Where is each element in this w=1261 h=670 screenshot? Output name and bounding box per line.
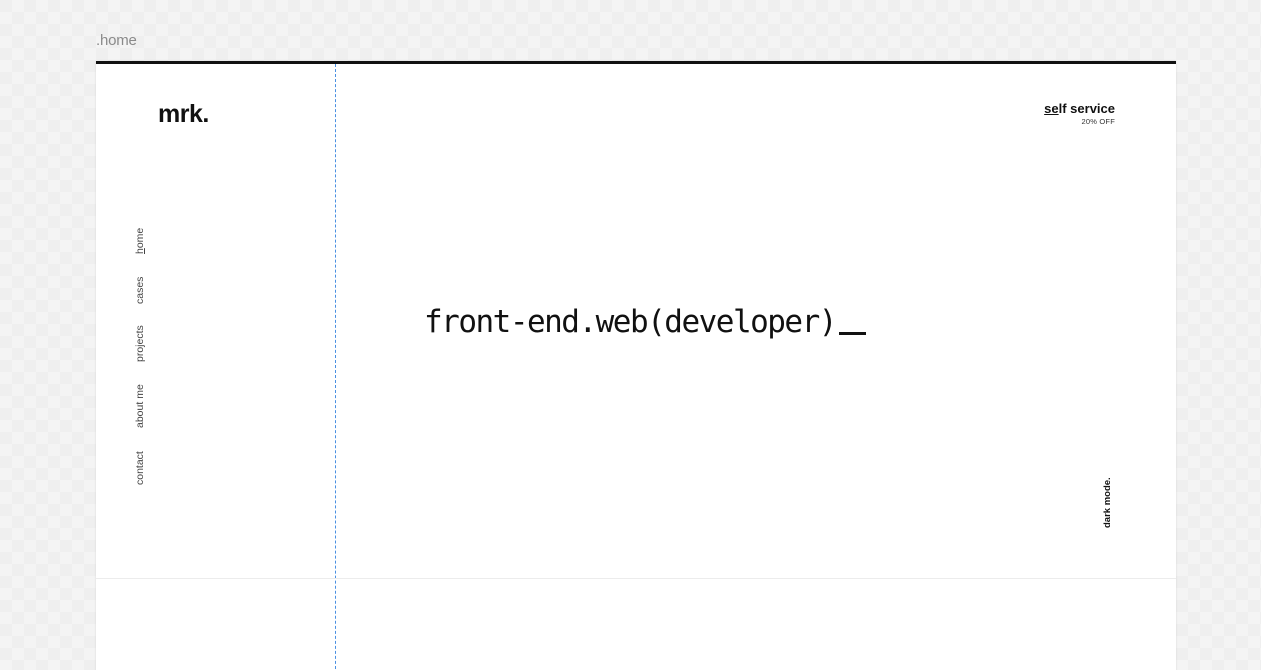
dark-mode-toggle[interactable]: dark mode. bbox=[1102, 477, 1113, 528]
nav-item-contact-label: contact bbox=[134, 451, 146, 485]
frame-label: .home bbox=[96, 32, 137, 49]
nav-item-cases[interactable]: cases bbox=[134, 277, 146, 304]
self-service-label-rest: lf service bbox=[1058, 101, 1115, 116]
logo[interactable]: mrk. bbox=[158, 100, 209, 129]
nav-item-contact[interactable]: contact bbox=[134, 451, 146, 485]
nav-item-home-label: ome bbox=[134, 227, 146, 249]
vertical-nav: home cases projects about me contact bbox=[134, 228, 148, 488]
text-cursor-icon bbox=[838, 332, 866, 335]
nav-item-home-underlined: h bbox=[134, 248, 146, 254]
hero-headline: front-end.web(developer) bbox=[424, 304, 866, 340]
section-divider bbox=[96, 578, 1176, 579]
layout-guide-line bbox=[335, 64, 336, 670]
nav-item-cases-label: cases bbox=[134, 276, 146, 304]
nav-item-home[interactable]: home bbox=[134, 228, 146, 254]
discount-badge: 20% OFF bbox=[1081, 117, 1115, 126]
self-service-link[interactable]: self service 20% OFF bbox=[1044, 101, 1115, 126]
self-service-label-underlined: se bbox=[1044, 101, 1059, 116]
nav-item-projects[interactable]: projects bbox=[134, 325, 146, 362]
page-frame: mrk. home cases projects about me contac… bbox=[96, 61, 1176, 670]
nav-item-about-me[interactable]: about me bbox=[134, 384, 146, 428]
nav-item-about-me-label: about me bbox=[134, 384, 146, 428]
nav-item-projects-label: projects bbox=[134, 325, 146, 362]
self-service-label: self service bbox=[1044, 101, 1115, 116]
hero-headline-text: front-end.web(developer) bbox=[424, 304, 837, 340]
